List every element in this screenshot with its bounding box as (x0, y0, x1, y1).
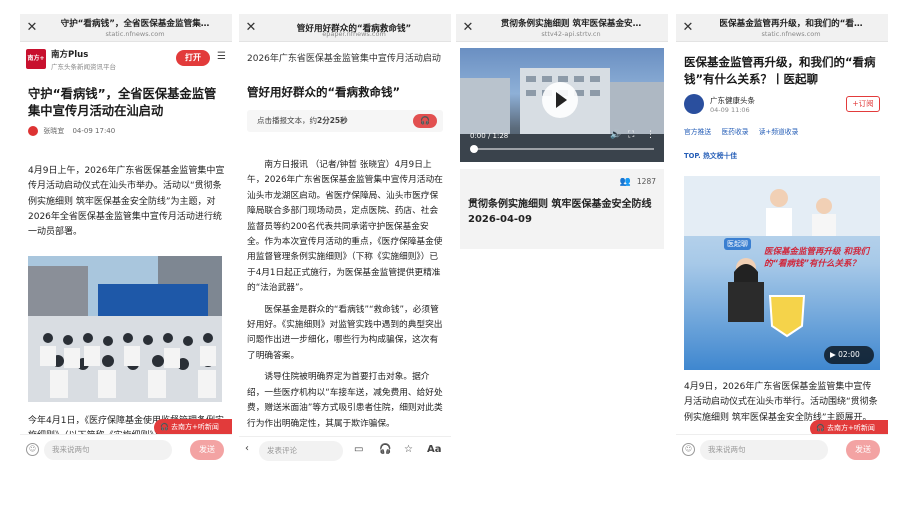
send-button[interactable]: 发送 (190, 440, 224, 460)
article-headline: 医保基金监管再升级，和我们的“看病钱”有什么关系？丨医起聊 (684, 55, 876, 86)
headphones-icon: 🎧 (816, 424, 825, 432)
brand-subtitle: 广东头条新闻资讯平台 (51, 63, 116, 71)
video-progress-track[interactable] (472, 148, 654, 150)
screen-nfnews-article: ✕ 守护“看病钱”，全省医保基金监管集… static.nfnews.com 南… (20, 14, 232, 464)
browser-topbar: ✕ 医保基金监管再升级，和我们的“看… static.nfnews.com (676, 14, 888, 42)
video-duration: 02:00 (838, 350, 860, 359)
screen-video-page: ✕ 贯彻条例实施细则 筑牢医保基金安… sttv42-api.strtv.cn … (456, 14, 668, 464)
open-app-button[interactable]: 打开 (176, 50, 210, 66)
event-photo (28, 256, 222, 402)
author-name[interactable]: 广东健康头条 (710, 95, 755, 106)
poster-title: 医保基金监管再升级 和我们的“看病钱”有什么关系？ (764, 247, 869, 269)
view-count: 👥 1287 (620, 177, 656, 187)
author-name: 张晓宜 (43, 127, 65, 135)
comment-input[interactable]: 我来说两句 (44, 440, 172, 460)
emoji-icon[interactable]: ☺ (26, 443, 39, 456)
play-icon (556, 92, 567, 108)
article-paragraph: 南方日报讯 （记者/钟哲 张晓宜）4月9日上午，2026年广东省医保基金监管集中… (247, 160, 443, 294)
page-url: static.nfnews.com (761, 30, 821, 38)
avatar (28, 126, 38, 136)
comment-input[interactable]: 发表评论 (259, 441, 343, 461)
browser-topbar: ✕ 贯彻条例实施细则 筑牢医保基金安… sttv42-api.strtv.cn (456, 14, 668, 42)
page-title: 贯彻条例实施细则 筑牢医保基金安… (500, 19, 642, 29)
article-toolbar: ‹ 发表评论 ▭ 🎧 ☆ Aa (239, 436, 451, 464)
back-icon[interactable]: ‹ (245, 443, 249, 454)
brand-name: 南方Plus (51, 50, 89, 60)
video-title: 贯彻条例实施细则 筑牢医保基金安全防线 2026-04-09 (468, 199, 652, 225)
page-title: 守护“看病钱”，全省医保基金监管集… (60, 19, 210, 29)
article-byline: 广东健康头条 04-09 11:06 +订阅 (684, 94, 880, 116)
article-tags: 官方推送 医药收录 读+频道收录 (684, 126, 884, 136)
volume-icon[interactable]: 🔊 (610, 130, 621, 140)
tag[interactable]: 医药收录 (721, 128, 748, 136)
video-poster[interactable]: 医保基金监管再升级 和我们的“看病钱”有什么关系？ 医起聊 ▶ 02:00 (684, 176, 880, 370)
close-icon[interactable]: ✕ (680, 20, 696, 35)
article-headline: 守护“看病钱”，全省医保基金监管集中宣传月活动在汕启动 (28, 87, 217, 118)
article-body: 南方日报讯 （记者/钟哲 张晓宜）4月9日上午，2026年广东省医保基金监管集中… (247, 158, 445, 438)
subscribe-button[interactable]: +订阅 (846, 96, 880, 112)
avatar[interactable] (684, 94, 704, 114)
tag[interactable]: 读+频道收录 (759, 128, 799, 136)
comment-bar: ☺ 我来说两句 发送 (20, 434, 232, 464)
star-icon[interactable]: ☆ (404, 444, 413, 455)
brand-logo: 南方+ (26, 49, 46, 69)
screen-health-article: ✕ 医保基金监管再升级，和我们的“看… static.nfnews.com 医保… (676, 14, 888, 464)
play-button[interactable] (542, 82, 578, 118)
more-icon[interactable]: ⋮ (646, 130, 655, 140)
comment-icon[interactable]: ▭ (354, 444, 363, 455)
tag[interactable]: 官方推送 (684, 128, 711, 136)
article-paragraph: 4月9日上午，2026年广东省医保基金监管集中宣传月活动启动仪式在汕头市举办。活… (28, 166, 225, 238)
headphones-icon[interactable]: 🎧 (379, 444, 391, 455)
comment-input[interactable]: 我来说两句 (700, 440, 828, 460)
publish-date: 04-09 11:06 (710, 106, 750, 114)
publish-date: 04-09 17:40 (72, 127, 116, 135)
audio-prompt: 点击播报文本，约 (257, 116, 317, 125)
article-paragraph: 医保基金是群众的“看病钱”“救命钱”，必须管好用好。《实施细则》对监管实践中遇到… (247, 304, 443, 361)
article-paragraph: 诱导住院被明确界定为首要打击对象。据介绍，一些医疗机构以“车接车送，减免费用、给… (247, 372, 443, 429)
video-info: 👥 1287 贯彻条例实施细则 筑牢医保基金安全防线 2026-04-09 (460, 169, 664, 249)
close-icon[interactable]: ✕ (24, 20, 40, 35)
headphones-icon: 🎧 (160, 423, 169, 431)
browser-topbar: ✕ 守护“看病钱”，全省医保基金监管集… static.nfnews.com (20, 14, 232, 42)
video-duration-badge: ▶ 02:00 (824, 346, 874, 364)
send-button[interactable]: 发送 (846, 440, 880, 460)
app-banner: 南方+ 南方Plus 广东头条新闻资讯平台 打开 ☰ (26, 47, 226, 73)
article-byline: 张晓宜 04-09 17:40 (28, 126, 226, 138)
video-time: 0:00 / 1:28 (470, 132, 509, 140)
person-icon: 👥 (619, 177, 631, 187)
article-kicker: 2026年广东省医保基金监管集中宣传月活动启动 (247, 54, 441, 64)
play-icon: ▶ (830, 350, 839, 359)
page-url: static.nfnews.com (105, 30, 165, 38)
close-icon[interactable]: ✕ (460, 20, 476, 35)
comment-bar: ☺ 我来说两句 发送 (676, 434, 888, 464)
view-count-value: 1287 (636, 177, 656, 186)
video-progress-handle[interactable] (470, 145, 478, 153)
audio-duration: 2分25秒 (317, 116, 348, 125)
video-player[interactable]: 0:00 / 1:28 🔊 ⛶ ⋮ (460, 48, 664, 162)
article-headline: 管好用好群众的“看病救命钱” (247, 85, 401, 99)
page-title: 医保基金监管再升级，和我们的“看… (719, 19, 863, 29)
page-url: epaper.nfnews.com (322, 30, 386, 38)
menu-icon[interactable]: ☰ (217, 51, 226, 62)
browser-topbar: ✕ 管好用好群众的“看病救命钱” epaper.nfnews.com (239, 14, 451, 42)
headphones-icon[interactable]: 🎧 (413, 114, 437, 128)
font-size-button[interactable]: Aa (427, 444, 442, 455)
audio-player[interactable]: 点击播报文本，约2分25秒 🎧 (247, 110, 443, 132)
article-paragraph: 4月9日，2026年广东省医保基金监管集中宣传月活动启动仪式在汕头市举行。活动围… (684, 382, 878, 423)
screen-epaper-article: ✕ 管好用好群众的“看病救命钱” epaper.nfnews.com 2026年… (239, 14, 451, 464)
poster-brand: 医起聊 (724, 238, 751, 250)
listen-news-label: 去南方+听新闻 (826, 424, 875, 432)
fullscreen-icon[interactable]: ⛶ (628, 130, 634, 140)
close-icon[interactable]: ✕ (243, 20, 259, 35)
topic-badge[interactable]: TOP. 热文榜十佳 (684, 150, 737, 160)
page-url: sttv42-api.strtv.cn (541, 30, 601, 38)
listen-news-label: 去南方+听新闻 (170, 423, 219, 431)
emoji-icon[interactable]: ☺ (682, 443, 695, 456)
